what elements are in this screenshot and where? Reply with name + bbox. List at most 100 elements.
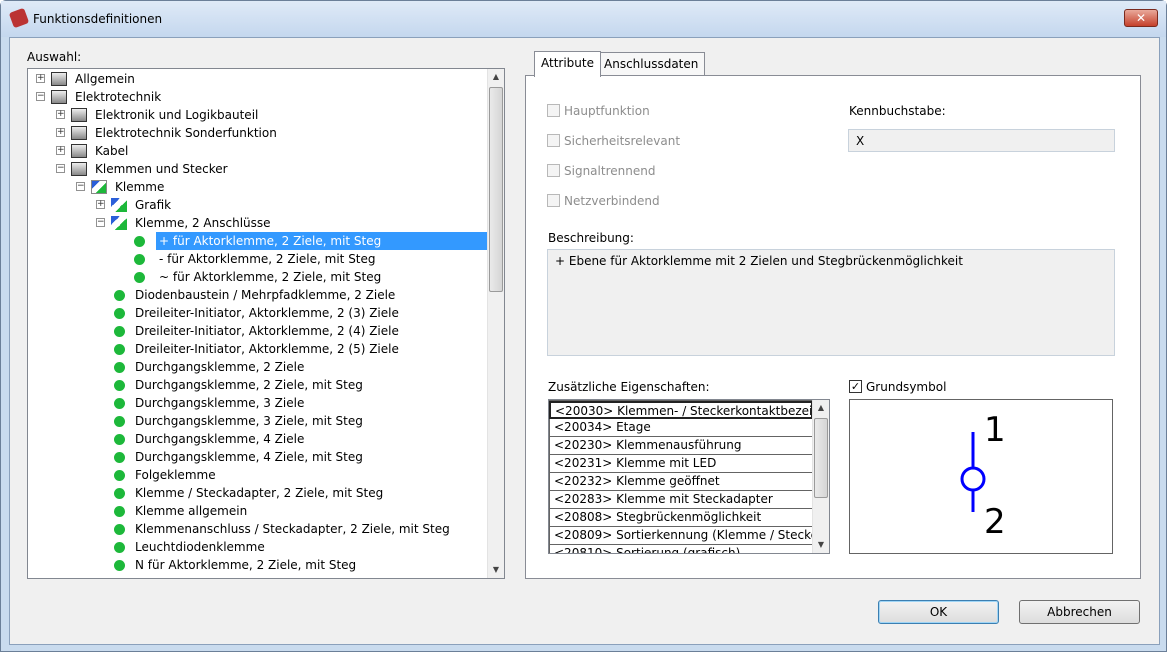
function-dot-icon xyxy=(114,416,125,427)
function-dot-icon xyxy=(114,290,125,301)
property-row[interactable]: <20808> Stegbrückenmöglichkeit xyxy=(549,509,813,527)
scroll-down-icon[interactable]: ▼ xyxy=(813,537,829,553)
scroll-thumb[interactable] xyxy=(489,87,503,292)
scroll-up-icon[interactable]: ▲ xyxy=(813,400,829,416)
tree-item[interactable]: Diodenbaustein / Mehrpfadklemme, 2 Ziele xyxy=(28,286,488,304)
cabinet-icon xyxy=(71,108,87,122)
cabinet-icon xyxy=(51,90,67,104)
tree-item[interactable]: − Klemme xyxy=(28,178,488,196)
tree-item[interactable]: + Elektronik und Logikbauteil xyxy=(28,106,488,124)
checkbox-label: Hauptfunktion xyxy=(564,104,650,118)
tree-item[interactable]: - für Aktorklemme, 2 Ziele, mit Steg xyxy=(28,250,488,268)
function-dot-icon xyxy=(114,380,125,391)
cancel-button[interactable]: Abbrechen xyxy=(1019,600,1140,624)
tree-item[interactable]: + für Aktorklemme, 2 Ziele, mit Steg xyxy=(28,232,488,250)
grundsymbol-checkbox[interactable]: ✓ xyxy=(849,380,862,393)
property-row[interactable]: <20809> Sortierkennung (Klemme / Stecker… xyxy=(549,527,813,545)
checkbox-2[interactable] xyxy=(547,164,560,177)
tree-item[interactable]: − Klemmen und Stecker xyxy=(28,160,488,178)
expand-icon[interactable]: + xyxy=(56,146,65,155)
properties-list[interactable]: <20030> Klemmen- / Steckerkontaktbezeich… xyxy=(548,399,830,554)
function-dot-icon xyxy=(114,542,125,553)
scroll-up-icon[interactable]: ▲ xyxy=(488,69,504,85)
collapse-icon[interactable]: − xyxy=(76,182,85,191)
props-scrollbar[interactable]: ▲ ▼ xyxy=(812,400,829,553)
tree-item[interactable]: Dreileiter-Initiator, Aktorklemme, 2 (4)… xyxy=(28,322,488,340)
cabinet-icon xyxy=(71,144,87,158)
close-button[interactable]: ✕ xyxy=(1124,9,1158,27)
tree-item-label: Folgeklemme xyxy=(135,468,216,482)
tree-item-label: Allgemein xyxy=(75,72,135,86)
tree-item[interactable]: + Allgemein xyxy=(28,70,488,88)
tree-item-label: - für Aktorklemme, 2 Ziele, mit Steg xyxy=(159,252,376,266)
function-dot-icon xyxy=(114,452,125,463)
tree-item-label: Klemmen und Stecker xyxy=(95,162,228,176)
tree-item[interactable]: ~ für Aktorklemme, 2 Ziele, mit Steg xyxy=(28,268,488,286)
function-dot-icon xyxy=(114,344,125,355)
property-row[interactable]: <20232> Klemme geöffnet xyxy=(549,473,813,491)
title-bar: Funktionsdefinitionen ✕ xyxy=(1,1,1166,37)
expand-icon[interactable]: + xyxy=(56,128,65,137)
tree-item[interactable]: Durchgangsklemme, 2 Ziele xyxy=(28,358,488,376)
props-label: Zusätzliche Eigenschaften: xyxy=(548,380,710,394)
function-dot-icon xyxy=(134,236,145,247)
tree-item[interactable]: − Klemme, 2 Anschlüsse xyxy=(28,214,488,232)
tree-item[interactable]: Klemme / Steckadapter, 2 Ziele, mit Steg xyxy=(28,484,488,502)
terminal-symbol-icon xyxy=(960,432,986,512)
function-dot-icon xyxy=(114,506,125,517)
tree-item[interactable]: + Kabel xyxy=(28,142,488,160)
expand-icon[interactable]: + xyxy=(56,110,65,119)
grundsymbol-label: Grundsymbol xyxy=(866,380,947,394)
property-row[interactable]: <20810> Sortierung (grafisch) xyxy=(549,545,813,553)
tree-item[interactable]: Durchgangsklemme, 3 Ziele xyxy=(28,394,488,412)
tree-item-label: Durchgangsklemme, 2 Ziele, mit Steg xyxy=(135,378,363,392)
symbol-pin-top: 1 xyxy=(984,410,1006,450)
tree-item-label: Dreileiter-Initiator, Aktorklemme, 2 (3)… xyxy=(135,306,399,320)
tree-item-label: Diodenbaustein / Mehrpfadklemme, 2 Ziele xyxy=(135,288,396,302)
scroll-down-icon[interactable]: ▼ xyxy=(488,562,504,578)
tree-item[interactable]: + Grafik xyxy=(28,196,488,214)
tree-scrollbar[interactable]: ▲ ▼ xyxy=(487,69,504,578)
checkbox-3[interactable] xyxy=(547,194,560,207)
tree-item[interactable]: Dreileiter-Initiator, Aktorklemme, 2 (3)… xyxy=(28,304,488,322)
tree-item[interactable]: − Elektrotechnik xyxy=(28,88,488,106)
kennbuchstabe-field[interactable]: X xyxy=(848,129,1115,152)
tree-item[interactable]: N für Aktorklemme, 2 Ziele, mit Steg xyxy=(28,556,488,574)
tab-attribute[interactable]: Attribute xyxy=(534,51,601,77)
tree-item-label: Klemme xyxy=(115,180,165,194)
property-row[interactable]: <20230> Klemmenausführung xyxy=(549,437,813,455)
tree-item-label: Dreileiter-Initiator, Aktorklemme, 2 (5)… xyxy=(135,342,399,356)
property-row[interactable]: <20034> Etage xyxy=(549,419,813,437)
expand-icon[interactable]: + xyxy=(96,200,105,209)
beschreibung-label: Beschreibung: xyxy=(548,231,634,245)
checkbox-1[interactable] xyxy=(547,134,560,147)
tree-item[interactable]: Klemme allgemein xyxy=(28,502,488,520)
collapse-icon[interactable]: − xyxy=(36,92,45,101)
tree-item[interactable]: + Elektrotechnik Sonderfunktion xyxy=(28,124,488,142)
scroll-thumb[interactable] xyxy=(814,418,828,498)
collapse-icon[interactable]: − xyxy=(56,164,65,173)
tree-item[interactable]: Durchgangsklemme, 4 Ziele xyxy=(28,430,488,448)
tree-item[interactable]: Leuchtdiodenklemme xyxy=(28,538,488,556)
tree-item-label: Klemme / Steckadapter, 2 Ziele, mit Steg xyxy=(135,486,384,500)
cabinet-icon xyxy=(71,162,87,176)
tree-item[interactable]: Folgeklemme xyxy=(28,466,488,484)
checkbox-0[interactable] xyxy=(547,104,560,117)
expand-icon[interactable]: + xyxy=(36,74,45,83)
beschreibung-field[interactable]: + Ebene für Aktorklemme mit 2 Zielen und… xyxy=(547,249,1115,356)
function-tree[interactable]: N für Aktorklemme, 2 Ziele, mit Steg Leuc… xyxy=(27,68,505,579)
property-row[interactable]: <20283> Klemme mit Steckadapter xyxy=(549,491,813,509)
tree-item[interactable]: Klemmenanschluss / Steckadapter, 2 Ziele… xyxy=(28,520,488,538)
collapse-icon[interactable]: − xyxy=(96,218,105,227)
property-row[interactable]: <20231> Klemme mit LED xyxy=(549,455,813,473)
window-title: Funktionsdefinitionen xyxy=(33,12,163,26)
tree-item[interactable]: Durchgangsklemme, 4 Ziele, mit Steg xyxy=(28,448,488,466)
tree-item[interactable]: Durchgangsklemme, 3 Ziele, mit Steg xyxy=(28,412,488,430)
tree-item[interactable]: Dreileiter-Initiator, Aktorklemme, 2 (5)… xyxy=(28,340,488,358)
ok-button[interactable]: OK xyxy=(878,600,999,624)
tree-item[interactable]: Durchgangsklemme, 2 Ziele, mit Steg xyxy=(28,376,488,394)
tab-anschlussdaten[interactable]: Anschlussdaten xyxy=(597,52,706,76)
property-row[interactable]: <20030> Klemmen- / Steckerkontaktbezeich… xyxy=(549,401,813,419)
tree-item-label: ~ für Aktorklemme, 2 Ziele, mit Steg xyxy=(159,270,382,284)
app-icon xyxy=(8,7,30,29)
